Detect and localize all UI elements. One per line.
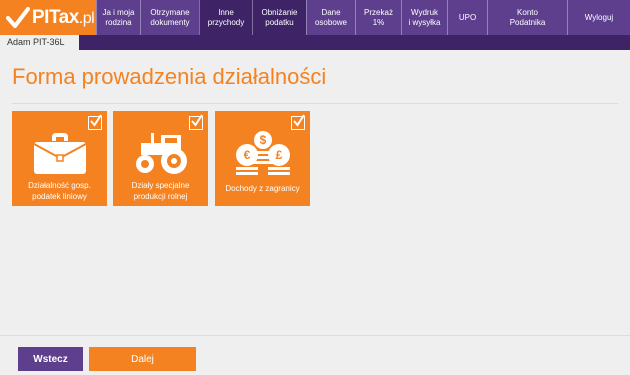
- nav-item-upo[interactable]: UPO: [447, 0, 487, 35]
- tile-dzialy-specjalne[interactable]: Działy specjalne produkcji rolnej: [113, 111, 208, 206]
- next-button[interactable]: Dalej: [89, 347, 196, 371]
- svg-text:€: €: [243, 148, 250, 162]
- title-divider: [12, 103, 618, 104]
- nav-item-obnizanie-podatku[interactable]: Obniżanie podatku: [252, 0, 306, 35]
- briefcase-icon: [12, 125, 107, 183]
- user-tab[interactable]: Adam PIT-36L: [0, 35, 79, 50]
- logo-text: PITax.pl: [32, 6, 95, 28]
- nav-item-przekaz-1[interactable]: Przekaż 1%: [355, 0, 401, 35]
- tile-dzialalnosc-gospodarcza[interactable]: Działalność gosp. podatek liniowy: [12, 111, 107, 206]
- svg-text:$: $: [259, 133, 266, 147]
- nav-item-ja-i-moja-rodzina[interactable]: Ja i moja rodzina: [96, 0, 140, 35]
- checkmark-logo-icon: [6, 6, 30, 28]
- nav-item-wydruk-i-wysylka[interactable]: Wydruk i wysyłka: [401, 0, 447, 35]
- tile-label: Dochody z zagranicy: [225, 184, 300, 193]
- tile-dochody-z-zagranicy[interactable]: $ € £ Dochody z zagranicy: [215, 111, 310, 206]
- tractor-icon: [113, 125, 208, 183]
- tile-label: Działalność gosp. podatek liniowy: [28, 181, 91, 201]
- footer-divider: [0, 335, 630, 336]
- coins-icon: $ € £: [215, 125, 310, 183]
- logo[interactable]: PITax.pl: [0, 0, 96, 35]
- back-button[interactable]: Wstecz: [18, 347, 83, 371]
- nav-item-inne-przychody[interactable]: Inne przychody: [199, 0, 252, 35]
- main-nav: Ja i moja rodzina Otrzymane dokumenty In…: [96, 0, 630, 35]
- tile-label: Działy specjalne produkcji rolnej: [131, 181, 190, 201]
- nav-item-konto-podatnika[interactable]: Konto Podatnika: [487, 0, 567, 35]
- sub-bar: Adam PIT-36L: [0, 35, 630, 50]
- nav-item-dane-osobowe[interactable]: Dane osobowe: [306, 0, 355, 35]
- nav-item-wyloguj[interactable]: Wyloguj: [567, 0, 630, 35]
- page-title: Forma prowadzenia działalności: [12, 64, 327, 89]
- svg-text:£: £: [275, 148, 282, 162]
- top-bar: PITax.pl Ja i moja rodzina Otrzymane dok…: [0, 0, 630, 35]
- nav-item-otrzymane-dokumenty[interactable]: Otrzymane dokumenty: [140, 0, 199, 35]
